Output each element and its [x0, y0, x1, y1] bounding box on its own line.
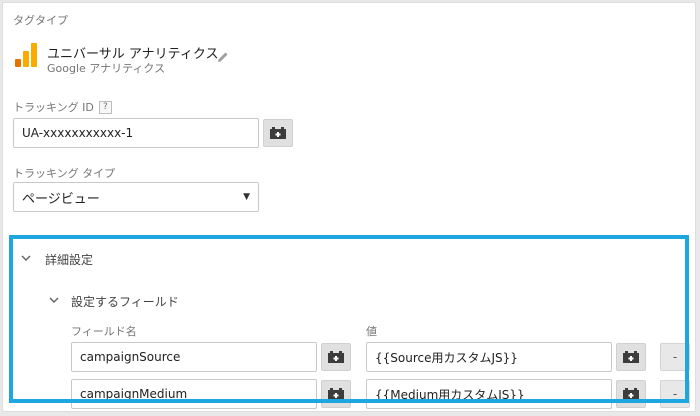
tracking-id-label-row: トラッキング ID ? — [13, 99, 112, 115]
tracking-type-label: トラッキング タイプ — [13, 167, 116, 180]
dropdown-arrow-icon: ▼ — [243, 192, 250, 202]
tracking-id-input[interactable]: UA-xxxxxxxxxxx-1 — [13, 118, 259, 148]
tracking-type-selected: ページビュー — [22, 191, 100, 207]
variable-block-icon — [270, 127, 286, 139]
google-analytics-logo-icon — [15, 43, 37, 67]
tracking-id-help-icon[interactable]: ? — [98, 100, 112, 114]
tag-type-section-label: タグタイプ — [13, 14, 68, 27]
tag-type-vendor: Google アナリティクス — [47, 62, 166, 75]
tracking-id-variable-button[interactable] — [263, 119, 293, 147]
tracking-id-label: トラッキング ID — [13, 101, 94, 114]
edit-pencil-icon[interactable] — [216, 49, 230, 63]
highlight-frame — [9, 235, 689, 403]
tracking-type-select[interactable]: ページビュー ▼ — [13, 182, 259, 212]
